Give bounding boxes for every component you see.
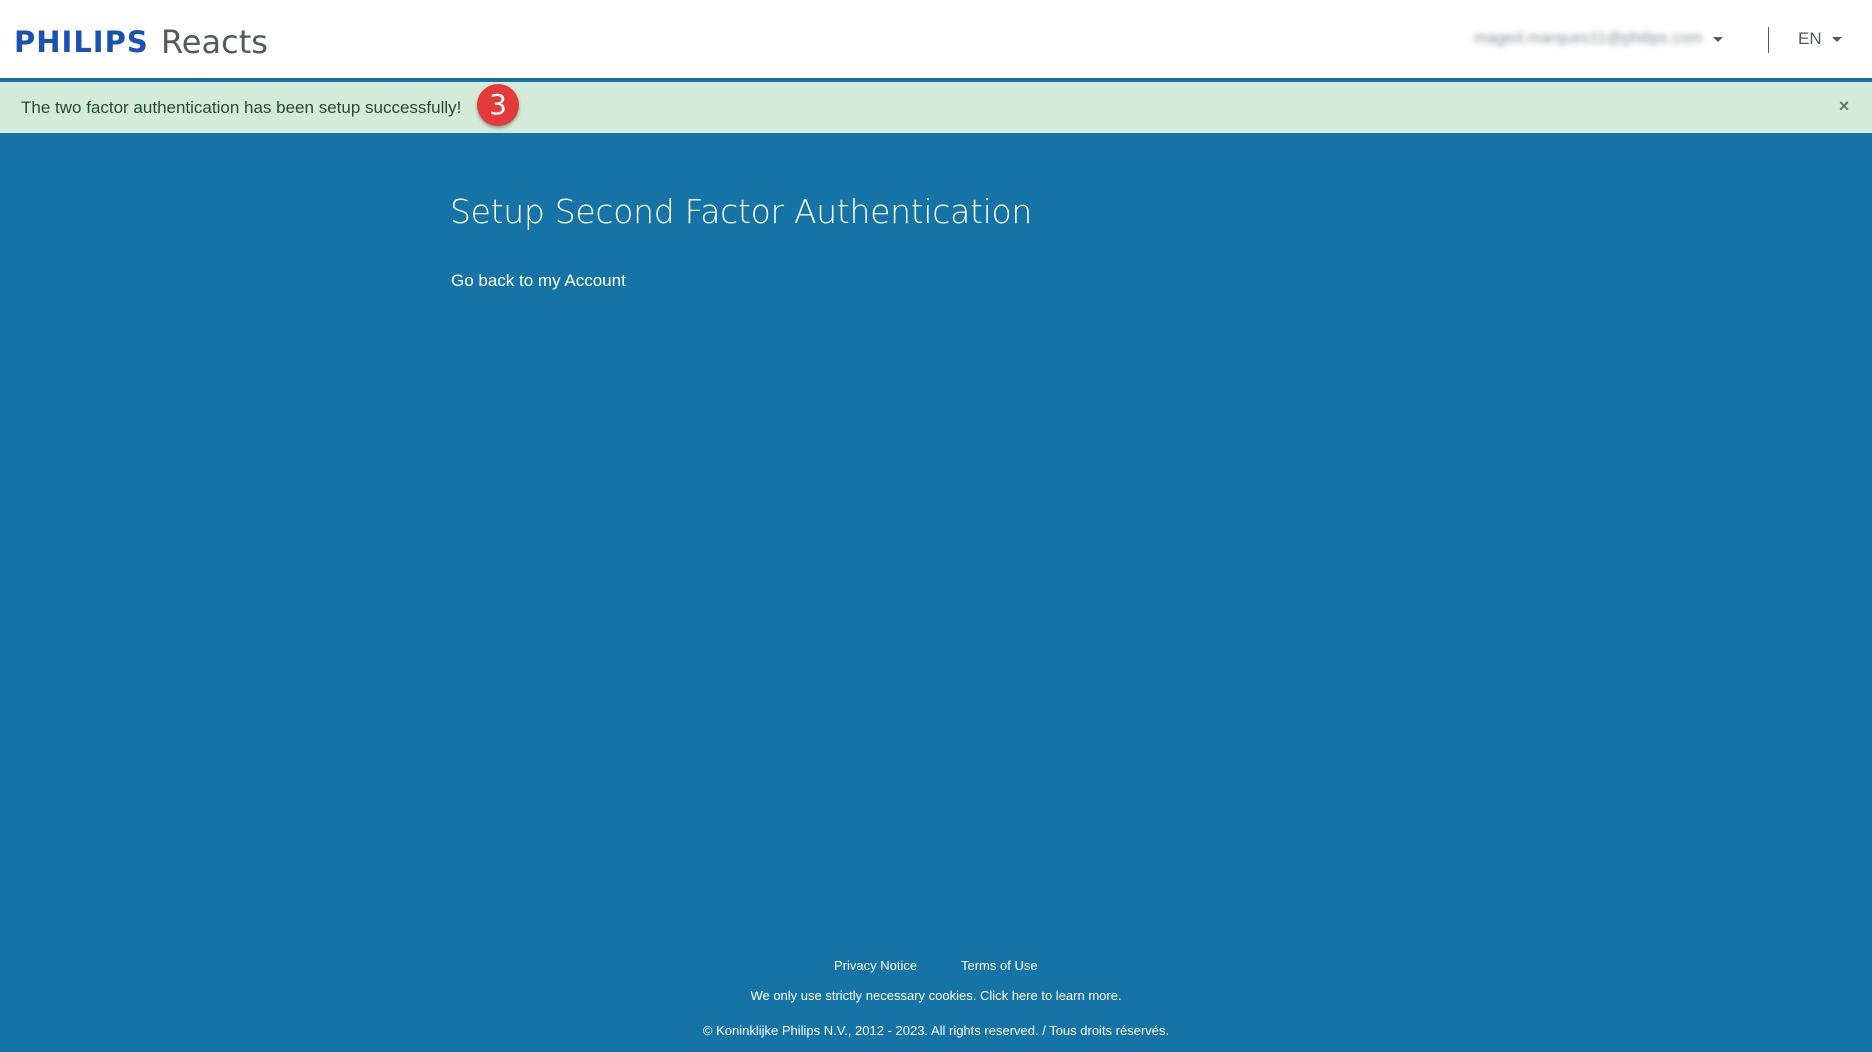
terms-of-use-link[interactable]: Terms of Use	[961, 957, 1038, 975]
success-alert: The two factor authentication has been s…	[0, 82, 1872, 133]
chevron-down-icon	[1712, 36, 1723, 42]
user-email: maged.marques11@philips.com	[1474, 30, 1703, 47]
language-label: EN	[1798, 29, 1822, 48]
page-title: Setup Second Factor Authentication	[450, 192, 1033, 231]
privacy-notice-link[interactable]: Privacy Notice	[834, 957, 917, 975]
close-icon[interactable]: ×	[1834, 95, 1854, 117]
top-header: PHILIPS Reacts maged.marques11@philips.c…	[0, 0, 1872, 80]
cookie-notice-link[interactable]: We only use strictly necessary cookies. …	[0, 987, 1872, 1005]
alert-message: The two factor authentication has been s…	[21, 98, 462, 117]
step-number-badge: 3	[477, 84, 519, 126]
language-dropdown[interactable]: EN	[1798, 27, 1842, 51]
header-divider	[1768, 27, 1769, 53]
user-menu-dropdown[interactable]: maged.marques11@philips.com	[1474, 26, 1723, 52]
back-to-account-link[interactable]: Go back to my Account	[451, 270, 626, 292]
chevron-down-icon	[1831, 36, 1842, 42]
philips-logo[interactable]: PHILIPS	[14, 22, 149, 62]
copyright-text: © Koninklijke Philips N.V., 2012 - 2023.…	[702, 1023, 1170, 1038]
app-name: Reacts	[161, 23, 268, 61]
